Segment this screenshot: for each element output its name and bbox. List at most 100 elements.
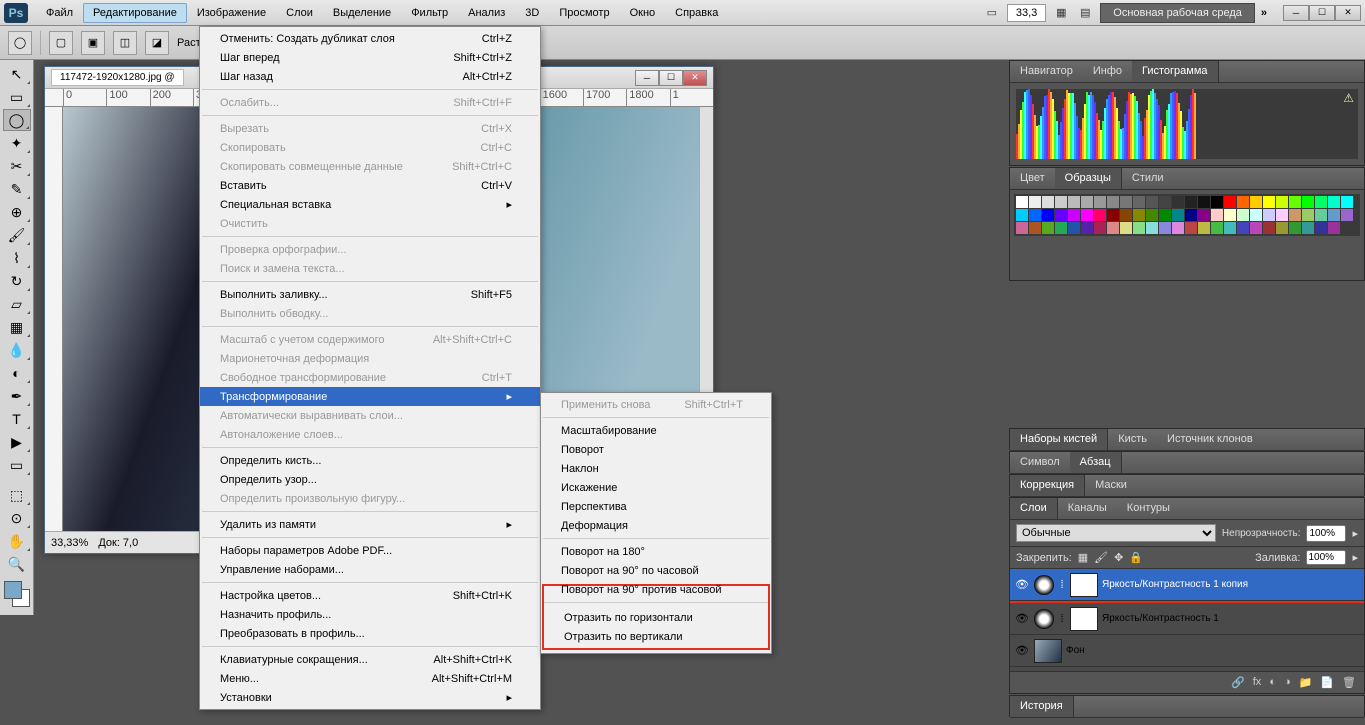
tab-Маски[interactable]: Маски [1085, 475, 1137, 496]
swatch[interactable] [1120, 209, 1132, 221]
eyedropper-tool[interactable]: ✎ [3, 178, 31, 200]
menu-слои[interactable]: Слои [276, 3, 323, 23]
menu-item[interactable]: Масштабирование [541, 421, 771, 440]
swatch[interactable] [1263, 222, 1275, 234]
menu-item[interactable]: Клавиатурные сокращения...Alt+Shift+Ctrl… [200, 650, 540, 669]
lock-transparency-icon[interactable]: ▦ [1078, 551, 1088, 564]
move-tool[interactable]: ↖ [3, 63, 31, 85]
tab-Инфо[interactable]: Инфо [1083, 61, 1132, 82]
swatch[interactable] [1029, 222, 1041, 234]
chevron-double-right-icon[interactable]: » [1261, 7, 1267, 19]
menu-item[interactable]: Поворот [541, 440, 771, 459]
menu-справка[interactable]: Справка [665, 3, 728, 23]
tab-Контуры[interactable]: Контуры [1117, 498, 1180, 519]
3d-camera-tool[interactable]: ⊙ [3, 507, 31, 529]
menu-item[interactable]: Настройка цветов...Shift+Ctrl+K [200, 586, 540, 605]
swatch[interactable] [1328, 209, 1340, 221]
menu-item[interactable]: Установки▸ [200, 688, 540, 707]
layer-fx-icon[interactable]: fx [1253, 676, 1262, 689]
fill-input[interactable] [1306, 550, 1346, 565]
opacity-input[interactable] [1306, 525, 1346, 542]
swatch[interactable] [1159, 222, 1171, 234]
swatch[interactable] [1185, 209, 1197, 221]
menu-item[interactable]: Перспектива [541, 497, 771, 516]
path-select-tool[interactable]: ▶ [3, 431, 31, 453]
new-layer-icon[interactable]: 📄 [1320, 676, 1334, 689]
visibility-icon[interactable]: 👁 [1014, 612, 1030, 625]
swatch[interactable] [1237, 222, 1249, 234]
color-swatches[interactable] [4, 581, 30, 607]
link-layers-icon[interactable]: 🔗 [1231, 676, 1245, 689]
blend-mode-select[interactable]: Обычные [1016, 524, 1216, 542]
swatch[interactable] [1120, 196, 1132, 208]
swatch[interactable] [1224, 196, 1236, 208]
swatch[interactable] [1081, 196, 1093, 208]
tab-Источник клонов[interactable]: Источник клонов [1157, 429, 1263, 450]
swatch[interactable] [1328, 196, 1340, 208]
tab-Коррекция[interactable]: Коррекция [1010, 475, 1085, 496]
tab-Наборы кистей[interactable]: Наборы кистей [1010, 429, 1108, 450]
lasso-mode-1-icon[interactable]: ▢ [49, 31, 73, 55]
chevron-right-icon[interactable]: ▸ [1352, 551, 1358, 564]
warning-icon[interactable]: ⚠ [1343, 91, 1354, 105]
visibility-icon[interactable]: 👁 [1014, 644, 1030, 657]
swatch[interactable] [1315, 196, 1327, 208]
swatch[interactable] [1081, 222, 1093, 234]
lock-position-icon[interactable]: ✥ [1114, 551, 1123, 564]
swatch[interactable] [1029, 209, 1041, 221]
menu-item[interactable]: Определить узор... [200, 470, 540, 489]
zoom-readout[interactable]: 33,33% [51, 537, 88, 549]
layer-thumbnail[interactable] [1070, 607, 1098, 631]
swatch[interactable] [1198, 222, 1210, 234]
swatch[interactable] [1302, 222, 1314, 234]
window-minimize-button[interactable]: ─ [1283, 5, 1309, 21]
swatch[interactable] [1211, 209, 1223, 221]
swatch[interactable] [1315, 209, 1327, 221]
swatch[interactable] [1068, 196, 1080, 208]
swatch[interactable] [1185, 196, 1197, 208]
stamp-tool[interactable]: ⌇ [3, 247, 31, 269]
menu-item[interactable]: Выполнить заливку...Shift+F5 [200, 285, 540, 304]
swatch[interactable] [1016, 196, 1028, 208]
menu-item[interactable]: Преобразовать в профиль... [200, 624, 540, 643]
swatch[interactable] [1211, 196, 1223, 208]
swatch[interactable] [1237, 196, 1249, 208]
layer-group-icon[interactable]: 📁 [1299, 676, 1313, 689]
menu-item[interactable]: Определить кисть... [200, 451, 540, 470]
menu-item[interactable]: Шаг впередShift+Ctrl+Z [200, 48, 540, 67]
swatch[interactable] [1341, 209, 1353, 221]
layer-row[interactable]: 👁⁞Яркость/Контрастность 1 копия [1010, 569, 1364, 601]
swatch[interactable] [1172, 209, 1184, 221]
tab-Символ[interactable]: Символ [1010, 452, 1070, 473]
swatch[interactable] [1276, 209, 1288, 221]
swatch[interactable] [1328, 222, 1340, 234]
tab-Абзац[interactable]: Абзац [1070, 452, 1122, 473]
screen-mode-icon[interactable]: ▭ [983, 5, 1001, 21]
swatch[interactable] [1068, 222, 1080, 234]
swatch[interactable] [1289, 222, 1301, 234]
swatch[interactable] [1289, 196, 1301, 208]
swatch[interactable] [1198, 209, 1210, 221]
hand-tool[interactable]: ✋ [3, 530, 31, 552]
tab-Кисть[interactable]: Кисть [1108, 429, 1157, 450]
menu-item[interactable]: Деформация [541, 516, 771, 535]
swatch[interactable] [1263, 209, 1275, 221]
quick-select-tool[interactable]: ✦ [3, 132, 31, 154]
tab-history[interactable]: История [1010, 696, 1074, 717]
swatch[interactable] [1133, 222, 1145, 234]
doc-close-button[interactable]: ✕ [683, 70, 707, 86]
swatch[interactable] [1224, 209, 1236, 221]
swatch[interactable] [1172, 222, 1184, 234]
layer-row[interactable]: 👁Фон [1010, 635, 1364, 667]
menu-item[interactable]: Наклон [541, 459, 771, 478]
swatch[interactable] [1159, 196, 1171, 208]
swatch[interactable] [1250, 209, 1262, 221]
tool-preset-icon[interactable]: ◯ [8, 31, 32, 55]
lock-all-icon[interactable]: 🔒 [1129, 551, 1143, 564]
swatch[interactable] [1016, 222, 1028, 234]
swatch[interactable] [1055, 222, 1067, 234]
swatch[interactable] [1263, 196, 1275, 208]
menu-item[interactable]: Управление наборами... [200, 560, 540, 579]
zoom-tool[interactable]: 🔍 [3, 553, 31, 575]
marquee-tool[interactable]: ▭ [3, 86, 31, 108]
